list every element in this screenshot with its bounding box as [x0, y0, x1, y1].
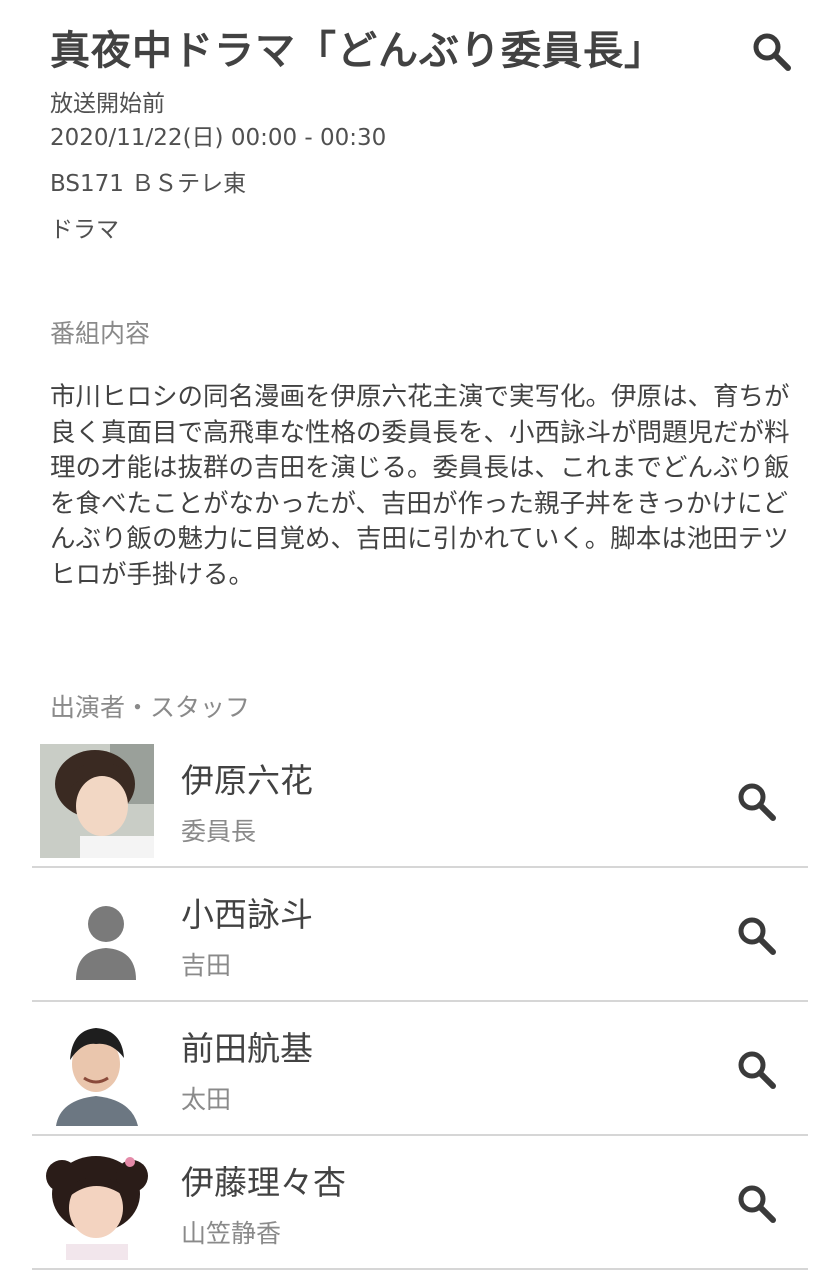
cast-role: 山笠静香 [181, 1219, 282, 1248]
search-icon[interactable] [735, 1048, 779, 1092]
broadcast-status: 放送開始前 [50, 91, 165, 117]
cast-item[interactable]: 伊原六花 委員長 [32, 734, 808, 868]
avatar [40, 744, 154, 858]
cast-role: 委員長 [181, 817, 257, 846]
avatar [40, 1012, 154, 1126]
cast-name: 伊藤理々杏 [181, 1163, 346, 1202]
cast-name: 前田航基 [181, 1029, 313, 1068]
cast-item[interactable]: 前田航基 太田 [32, 1002, 808, 1136]
search-icon[interactable] [750, 30, 794, 74]
cast-role: 吉田 [181, 951, 232, 980]
cast-list: 伊原六花 委員長 小西詠斗 吉田 前田航基 太田 伊藤理々杏 山笠静香 [32, 734, 808, 1270]
program-description: 市川ヒロシの同名漫画を伊原六花主演で実写化。伊原は、育ちが良く真面目で高飛車な性… [50, 382, 790, 590]
search-icon[interactable] [735, 1182, 779, 1226]
search-icon[interactable] [735, 780, 779, 824]
cast-name: 伊原六花 [181, 761, 313, 800]
cast-item[interactable]: 伊藤理々杏 山笠静香 [32, 1136, 808, 1270]
cast-name: 小西詠斗 [181, 895, 313, 934]
content-section-label: 番組内容 [50, 319, 151, 348]
program-header: 真夜中ドラマ「どんぶり委員長」 [50, 22, 810, 80]
program-title: 真夜中ドラマ「どんぶり委員長」 [50, 28, 665, 74]
broadcast-datetime: 2020/11/22(日) 00:00 - 00:30 [50, 125, 387, 151]
person-placeholder-icon [40, 878, 154, 992]
cast-role: 太田 [181, 1085, 232, 1114]
cast-section-label: 出演者・スタッフ [50, 693, 251, 722]
broadcast-channel: BS171 ＢＳテレ東 [50, 171, 247, 197]
search-icon[interactable] [735, 914, 779, 958]
avatar [40, 1146, 154, 1260]
cast-item[interactable]: 小西詠斗 吉田 [32, 868, 808, 1002]
program-genre: ドラマ [50, 217, 119, 243]
